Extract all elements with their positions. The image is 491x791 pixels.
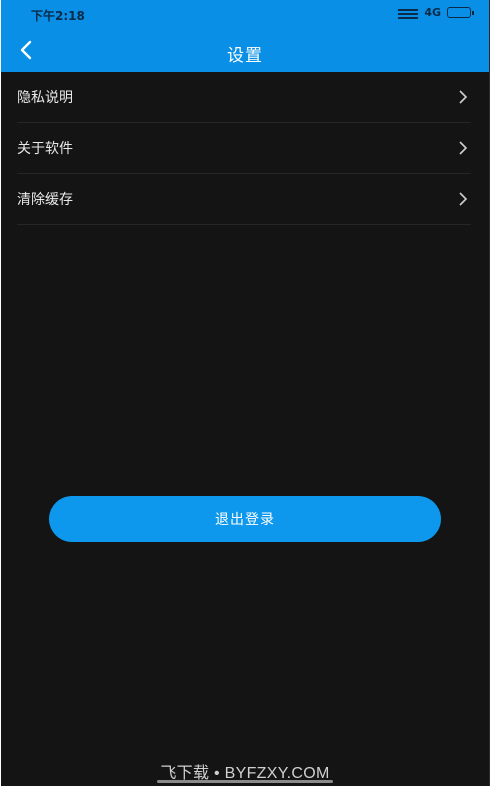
network-type: 4G <box>424 6 441 19</box>
settings-list: 隐私说明 关于软件 清除缓存 <box>1 72 489 225</box>
status-indicators: 4G <box>397 6 474 19</box>
battery-icon <box>447 7 474 18</box>
status-time: 下午2:18 <box>31 9 85 23</box>
signal-icon <box>397 7 419 19</box>
settings-item-label: 关于软件 <box>17 141 73 157</box>
chevron-right-icon <box>459 141 468 155</box>
chevron-right-icon <box>459 90 468 104</box>
settings-item-clear-cache[interactable]: 清除缓存 <box>17 174 471 225</box>
app-header: 下午2:18 4G 设置 <box>1 0 489 72</box>
phone-frame: 下午2:18 4G 设置 隐私说明 关于软件 清除缓存 退出登录 飞下载 • B… <box>0 0 491 791</box>
status-bar: 下午2:18 4G <box>1 0 489 28</box>
settings-item-privacy[interactable]: 隐私说明 <box>17 72 471 123</box>
settings-item-label: 清除缓存 <box>17 192 73 208</box>
page-title: 设置 <box>227 46 263 66</box>
settings-screen: 下午2:18 4G 设置 隐私说明 关于软件 清除缓存 退出登录 飞下载 • B… <box>1 0 490 786</box>
chevron-right-icon <box>459 192 468 206</box>
logout-button[interactable]: 退出登录 <box>49 496 441 542</box>
settings-item-label: 隐私说明 <box>17 90 73 106</box>
home-indicator[interactable] <box>157 780 333 783</box>
settings-item-about[interactable]: 关于软件 <box>17 123 471 174</box>
